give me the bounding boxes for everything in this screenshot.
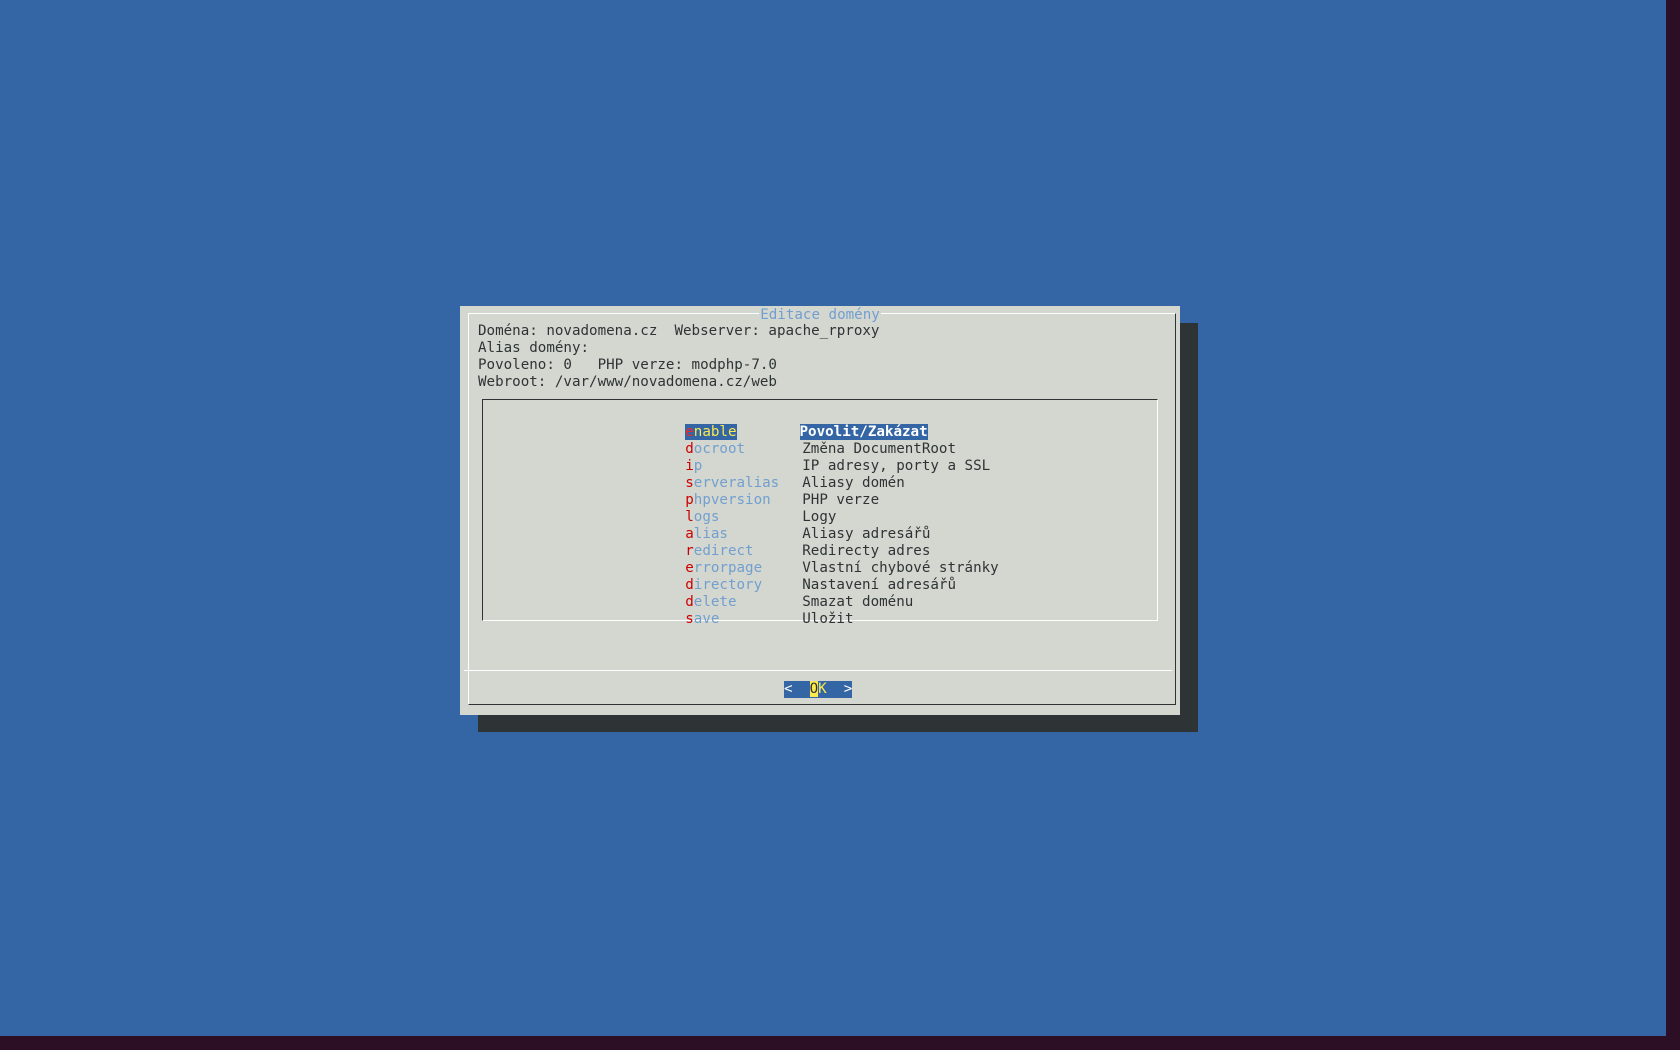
menu-item-delete[interactable]: delete Smazat doménu (634, 577, 913, 610)
menu-item-save[interactable]: save Uložit (634, 594, 853, 627)
menu-hotkey: s (685, 611, 694, 627)
dialog-title: Editace domény (759, 307, 881, 323)
menu-item-serveralias[interactable]: serveralias Aliasy domén (634, 458, 905, 491)
menu-tag: ave (693, 611, 720, 627)
info-webroot: Webroot: /var/www/novadomena.cz/web (478, 374, 777, 390)
ok-button[interactable]: < OK > (784, 681, 853, 698)
menu-item-phpversion[interactable]: phpversion PHP verze (634, 475, 879, 508)
terminal-screen: Editace domény Doména: novadomena.cz Web… (0, 0, 1666, 1036)
edit-domain-dialog: Editace domény Doména: novadomena.cz Web… (460, 306, 1180, 715)
ok-button-left-bracket: < (784, 681, 810, 697)
ok-button-right-bracket: > (826, 681, 853, 697)
ok-button-label: K (818, 681, 827, 697)
button-separator (464, 670, 1172, 671)
menu-item-enable[interactable]: enable Povolit/Zakázat (634, 407, 928, 440)
menu-item-docroot[interactable]: docroot Změna DocumentRoot (634, 424, 956, 457)
menu-item-logs[interactable]: logs Logy (634, 492, 836, 525)
menu-item-redirect[interactable]: redirect Redirecty adres (634, 526, 930, 559)
info-domain-webserver: Doména: novadomena.cz Webserver: apache_… (478, 323, 880, 339)
info-alias: Alias domény: (478, 340, 590, 356)
ok-button-hotkey: O (809, 681, 819, 697)
menu-desc: Uložit (802, 611, 854, 627)
menu-item-ip[interactable]: ip IP adresy, porty a SSL (634, 441, 990, 474)
menu-item-errorpage[interactable]: errorpage Vlastní chybové stránky (634, 543, 998, 576)
info-enabled-php: Povoleno: 0 PHP verze: modphp-7.0 (478, 357, 777, 373)
menu-item-alias[interactable]: alias Aliasy adresářů (634, 509, 930, 542)
menu-item-directory[interactable]: directory Nastavení adresářů (634, 560, 956, 593)
